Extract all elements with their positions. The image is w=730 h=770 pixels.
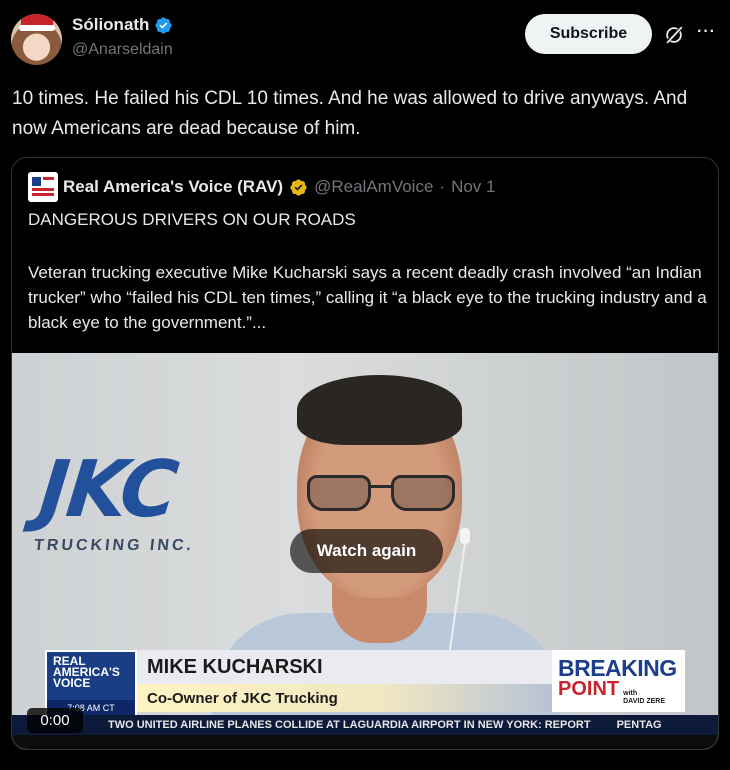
jkc-logo: JKC	[35, 445, 181, 535]
tweet-text: 10 times. He failed his CDL 10 times. An…	[12, 88, 688, 139]
show-name-line1: BREAKING	[558, 654, 677, 681]
show-name-line2: POINT	[558, 677, 620, 700]
show-with: with	[623, 689, 638, 697]
jkc-logo-subtitle: TRUCKING INC.	[33, 537, 195, 554]
author-display-name-row[interactable]: Sólionath	[72, 15, 173, 35]
verified-gold-badge-icon	[290, 178, 307, 196]
header-separator: ·	[439, 177, 446, 196]
author-handle[interactable]: @Anarseldain	[72, 41, 173, 59]
news-ticker: TWO UNITED AIRLINE PLANES COLLIDE AT LAG…	[12, 715, 718, 735]
quoted-tweet-body: Veteran trucking executive Mike Kucharsk…	[28, 263, 707, 332]
author-display-name[interactable]: Sólionath	[72, 15, 149, 35]
quoted-tweet-title: DANGEROUS DRIVERS ON OUR ROADS	[28, 210, 356, 229]
quoted-author-avatar[interactable]	[28, 172, 58, 202]
author-avatar[interactable]	[11, 14, 62, 65]
quoted-tweet-header: Real America's Voice (RAV) @RealAmVoice …	[63, 177, 496, 197]
guest-name-bar: MIKE KUCHARSKI	[137, 650, 552, 684]
video-player[interactable]: JKC TRUCKING INC. Watch again REAL AMERI…	[12, 353, 718, 749]
show-logo: BREAKING POINT with DAVID ZERE	[552, 650, 685, 712]
guest-name: MIKE KUCHARSKI	[147, 655, 323, 678]
verified-badge-icon	[155, 16, 173, 34]
grok-icon[interactable]	[663, 24, 685, 46]
more-options-icon[interactable]: ···	[697, 24, 717, 44]
video-timecode: 0:00	[27, 708, 83, 733]
quoted-author-name[interactable]: Real America's Voice (RAV)	[63, 177, 283, 197]
quoted-tweet-date[interactable]: Nov 1	[451, 177, 495, 197]
quoted-author-handle[interactable]: @RealAmVoice	[314, 177, 433, 197]
show-host: DAVID ZERE	[623, 697, 665, 705]
ticker-headline: TWO UNITED AIRLINE PLANES COLLIDE AT LAG…	[108, 719, 591, 731]
guest-title: Co-Owner of JKC Trucking	[147, 689, 338, 707]
guest-title-bar: Co-Owner of JKC Trucking	[137, 684, 552, 712]
ticker-next-headline: PENTAG	[616, 719, 662, 731]
network-line3: VOICE	[53, 676, 91, 690]
watch-again-button[interactable]: Watch again	[290, 529, 443, 573]
video-bottom-bar	[12, 735, 718, 749]
subscribe-button[interactable]: Subscribe	[525, 14, 652, 54]
quoted-tweet-card[interactable]: Real America's Voice (RAV) @RealAmVoice …	[11, 157, 719, 750]
news-lower-third: REAL AMERICA'S VOICE 7:08 AM CT MIKE KUC…	[45, 650, 685, 718]
